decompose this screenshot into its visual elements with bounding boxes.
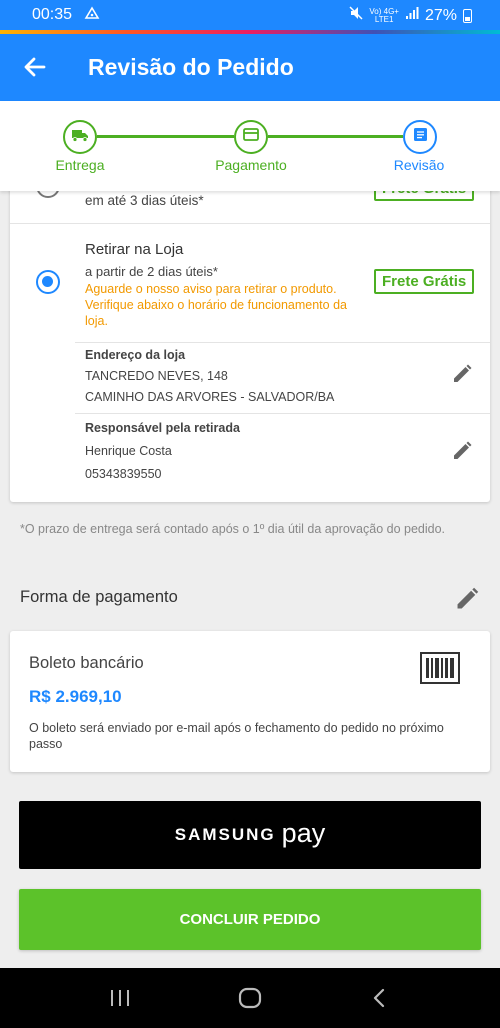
edit-responsible-icon[interactable] <box>451 440 473 462</box>
system-nav-bar <box>0 968 500 1028</box>
payment-card: Boleto bancário R$ 2.969,10 O boleto ser… <box>10 631 490 772</box>
status-time: 00:35 <box>32 6 73 23</box>
pickup-responsible-phone: 05343839550 <box>85 467 162 481</box>
store-address-line2: CAMINHO DAS ARVORES - SALVADOR/BA <box>85 390 335 404</box>
network-label-bottom: LTE1 <box>374 14 394 24</box>
step-pagamento[interactable] <box>234 120 268 154</box>
home-icon[interactable] <box>238 986 262 1015</box>
checkout-stepper: Entrega Pagamento Revisão <box>0 101 500 191</box>
status-bar: 00:35 Vo) 4G+ LTE1 27% <box>0 0 500 30</box>
delivery-footnote: *O prazo de entrega será contado após o … <box>20 522 445 536</box>
store-pickup-notice: Aguarde o nosso aviso para retirar o pro… <box>85 282 347 328</box>
step-entrega[interactable] <box>63 120 97 154</box>
store-address-label: Endereço da loja <box>85 348 186 362</box>
signal-icon <box>405 6 419 25</box>
edit-address-icon[interactable] <box>451 363 473 385</box>
pickup-responsible-label: Responsável pela retirada <box>85 421 240 435</box>
card-icon <box>243 128 259 146</box>
samsung-pay-brand: SAMSUNG <box>174 825 276 844</box>
finish-order-button[interactable]: CONCLUIR PEDIDO <box>19 889 481 950</box>
edit-payment-icon[interactable] <box>454 586 480 612</box>
store-pickup-radio[interactable] <box>36 270 60 294</box>
step-connector <box>97 135 234 138</box>
barcode-icon <box>420 652 460 689</box>
step-label-entrega: Entrega <box>55 157 105 173</box>
step-label-revisao: Revisão <box>393 157 445 173</box>
notification-icon <box>84 6 100 23</box>
delivery-option-subtitle: em até 3 dias úteis* <box>85 193 204 208</box>
app-bar: Revisão do Pedido <box>0 34 500 101</box>
mute-icon <box>349 6 363 25</box>
free-shipping-badge: Frete Grátis <box>374 269 475 294</box>
payment-amount: R$ 2.969,10 <box>29 687 122 706</box>
battery-percent: 27% <box>424 6 457 24</box>
arrow-back-icon[interactable] <box>20 52 50 82</box>
store-pickup-title: Retirar na Loja <box>85 241 184 258</box>
recent-apps-icon[interactable] <box>108 988 132 1013</box>
divider <box>75 342 490 343</box>
battery-icon <box>463 8 472 23</box>
pickup-responsible-name: Henrique Costa <box>85 444 172 458</box>
payment-method: Boleto bancário <box>29 654 144 672</box>
payment-note: O boleto será enviado por e-mail após o … <box>29 721 444 751</box>
divider <box>10 223 490 224</box>
payment-section-title: Forma de pagamento <box>20 588 178 606</box>
step-label-pagamento: Pagamento <box>215 157 287 173</box>
divider <box>75 413 490 414</box>
document-icon <box>413 127 428 147</box>
truck-icon <box>71 128 89 147</box>
delivery-card: Frete Grátis em até 3 dias úteis* Retira… <box>10 160 490 502</box>
step-connector <box>268 135 403 138</box>
samsung-pay-button[interactable]: SAMSUNG pay <box>19 801 481 869</box>
step-revisao[interactable] <box>403 120 437 154</box>
back-nav-icon[interactable] <box>370 988 390 1013</box>
store-pickup-subtitle: a partir de 2 dias úteis* <box>85 264 218 279</box>
finish-order-label: CONCLUIR PEDIDO <box>179 911 321 928</box>
page-title: Revisão do Pedido <box>88 54 294 80</box>
store-address-line1: TANCREDO NEVES, 148 <box>85 369 228 383</box>
samsung-pay-suffix: pay <box>281 817 326 848</box>
